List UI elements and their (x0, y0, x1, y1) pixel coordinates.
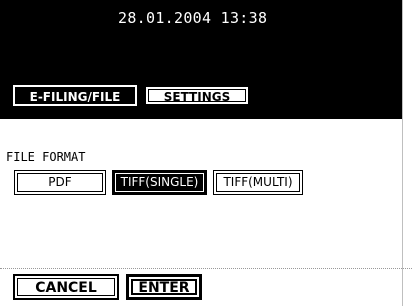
enter-button[interactable]: ENTER (126, 274, 202, 300)
cancel-button[interactable]: CANCEL (13, 274, 119, 300)
right-divider (402, 0, 403, 306)
footer-divider (0, 268, 412, 269)
format-option-tiff-multi[interactable]: TIFF(MULTI) (213, 170, 303, 195)
tab-e-filing-file[interactable]: E-FILING/FILE (13, 85, 137, 106)
format-option-pdf[interactable]: PDF (14, 170, 106, 195)
tab-settings[interactable]: SETTINGS (144, 85, 250, 106)
file-format-label: FILE FORMAT (6, 150, 86, 164)
format-option-tiff-single[interactable]: TIFF(SINGLE) (112, 170, 207, 195)
datetime-display: 28.01.2004 13:38 (118, 9, 268, 27)
